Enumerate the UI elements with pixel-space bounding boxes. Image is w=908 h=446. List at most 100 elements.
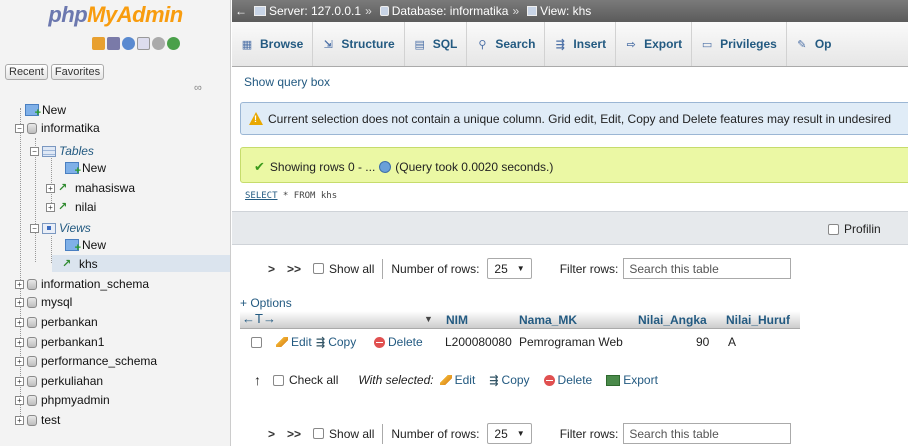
phpmyadmin-logo[interactable]: phpMyAdmin (0, 0, 230, 30)
column-header-nilai-huruf[interactable]: Nilai_Huruf (726, 313, 790, 327)
breadcrumb-server[interactable]: Server: 127.0.0.1 (250, 4, 361, 18)
expand-icon[interactable]: + (15, 337, 24, 347)
collapse-icon[interactable]: − (15, 123, 24, 133)
show-all-label: Show all (329, 426, 375, 441)
last-page-button[interactable]: >> (287, 427, 301, 441)
tab-structure[interactable]: ⇲ Structure (313, 22, 405, 66)
help-icon[interactable] (122, 37, 135, 50)
logout-icon[interactable] (107, 37, 120, 50)
tree-db-item[interactable]: + phpmyadmin (15, 392, 110, 408)
tree-db-item[interactable]: + mysql (15, 294, 72, 310)
expand-icon[interactable]: + (46, 202, 55, 212)
tab-privileges[interactable]: ▭ Privileges (692, 22, 787, 66)
tree-db-item[interactable]: + perbankan1 (15, 334, 104, 350)
cell-nilai-huruf[interactable]: A (728, 335, 736, 349)
warning-icon (249, 112, 263, 125)
privileges-icon: ▭ (701, 38, 713, 51)
tree-table-mahasiswa[interactable]: + ↗ mahasiswa (46, 180, 135, 196)
sort-dropdown-icon[interactable]: ▼ (424, 314, 433, 324)
row-delete-link[interactable]: Delete (374, 335, 423, 349)
tab-insert[interactable]: ⇶ Insert (545, 22, 617, 66)
settings-gear-icon[interactable] (152, 37, 165, 50)
tree-db-item[interactable]: + perbankan (15, 314, 98, 330)
bulk-edit-button[interactable]: Edit (439, 373, 475, 387)
column-header-nilai-angka[interactable]: Nilai_Angka (638, 313, 707, 327)
tree-db-item[interactable]: + performance_schema (15, 353, 157, 369)
last-page-button[interactable]: >> (287, 262, 301, 276)
tab-sql[interactable]: ▤ SQL (405, 22, 468, 66)
check-all-checkbox[interactable] (273, 374, 284, 386)
options-toggle[interactable]: + Options (240, 296, 292, 310)
breadcrumb-database[interactable]: Database: informatika (376, 4, 508, 18)
back-arrow-icon[interactable]: ← (232, 4, 250, 18)
bulk-copy-button[interactable]: ⇶ Copy (489, 373, 529, 387)
expand-icon[interactable]: + (15, 297, 24, 307)
expand-icon[interactable]: + (15, 376, 24, 386)
show-all-checkbox[interactable] (313, 263, 325, 274)
new-view-icon (65, 239, 81, 254)
column-header-nim[interactable]: NIM (446, 313, 468, 327)
home-icon[interactable] (92, 37, 105, 50)
tree-db-informatika[interactable]: − informatika (15, 120, 100, 136)
pagination-row-bottom: > >> Show all Number of rows: 25 ▼ Filter… (268, 423, 792, 444)
tree-views-new[interactable]: New (51, 237, 106, 254)
row-edit-link[interactable]: Edit (276, 335, 312, 349)
tree-table-nilai[interactable]: + ↗ nilai (46, 199, 96, 215)
filter-search-input[interactable]: Search this table (623, 258, 792, 279)
check-all-label[interactable]: Check all (289, 373, 338, 387)
expand-icon[interactable]: + (15, 279, 24, 289)
expand-icon[interactable]: + (15, 395, 24, 405)
recent-tab[interactable]: Recent (5, 64, 48, 80)
expand-icon[interactable]: + (46, 183, 55, 193)
reload-icon[interactable] (167, 37, 180, 50)
tree-db-item[interactable]: + information_schema (15, 276, 149, 292)
cell-nilai-angka[interactable]: 90 (696, 335, 709, 349)
bulk-export-button[interactable]: Export (606, 373, 658, 387)
row-checkbox[interactable] (251, 337, 262, 348)
collapse-icon[interactable]: − (30, 223, 39, 233)
tree-tables-new[interactable]: New (51, 160, 106, 177)
cell-nama-mk[interactable]: Pemrograman Web (519, 335, 623, 349)
tab-label: Search (495, 37, 536, 51)
collapse-icon[interactable]: − (30, 146, 39, 156)
bulk-delete-label: Delete (557, 373, 593, 387)
tab-browse[interactable]: ▦ Browse (232, 22, 314, 66)
tree-new-database[interactable]: New (15, 102, 66, 119)
filter-search-input[interactable]: Search this table (623, 423, 792, 444)
tree-label: information_schema (41, 277, 150, 291)
tree-views-group[interactable]: − Views (30, 220, 91, 236)
breadcrumb-view[interactable]: View: khs (523, 4, 591, 18)
next-page-button[interactable]: > (268, 427, 275, 441)
success-message: ✔ Showing rows 0 - ... (Query took 0.002… (254, 159, 553, 175)
tree-db-item[interactable]: + test (15, 412, 60, 428)
bulk-delete-button[interactable]: Delete (543, 373, 593, 387)
tab-operations[interactable]: ✎ Op (787, 22, 841, 66)
expand-icon[interactable]: + (15, 415, 24, 425)
sql-keyword-select[interactable]: SELECT (245, 191, 278, 201)
show-query-box-link[interactable]: Show query box (244, 75, 330, 89)
show-all-checkbox[interactable] (313, 428, 325, 439)
rows-select[interactable]: 25 ▼ (487, 423, 532, 444)
breadcrumb-label: Server: 127.0.0.1 (269, 4, 362, 18)
tab-export[interactable]: ⇨ Export (616, 22, 693, 66)
tree-label: perbankan (41, 315, 98, 329)
tree-view-khs[interactable]: ↗ khs (62, 256, 98, 272)
column-header-nama-mk[interactable]: Nama_MK (519, 313, 577, 327)
next-page-button[interactable]: > (268, 262, 275, 276)
tree-tables-group[interactable]: − Tables (30, 143, 94, 159)
profiling-option[interactable]: Profilin (828, 222, 881, 236)
rows-select[interactable]: 25 ▼ (487, 258, 532, 279)
favorites-tab[interactable]: Favorites (50, 64, 105, 80)
row-copy-link[interactable]: ⇶ Copy (316, 335, 356, 349)
profiling-checkbox[interactable] (828, 223, 839, 235)
column-arrows-icon[interactable]: ←T→ (242, 311, 276, 326)
nav-icon-toolbar (92, 37, 180, 50)
tab-search[interactable]: ⚲ Search (467, 22, 546, 66)
query-time-icon[interactable] (379, 161, 392, 173)
docs-icon[interactable] (137, 37, 150, 50)
tree-db-item[interactable]: + perkuliahan (15, 373, 103, 389)
expand-icon[interactable]: + (15, 356, 24, 366)
expand-icon[interactable]: + (15, 317, 24, 327)
cell-nim[interactable]: L200080080 (445, 335, 512, 349)
link-chain-icon[interactable]: ∞ (194, 82, 202, 94)
